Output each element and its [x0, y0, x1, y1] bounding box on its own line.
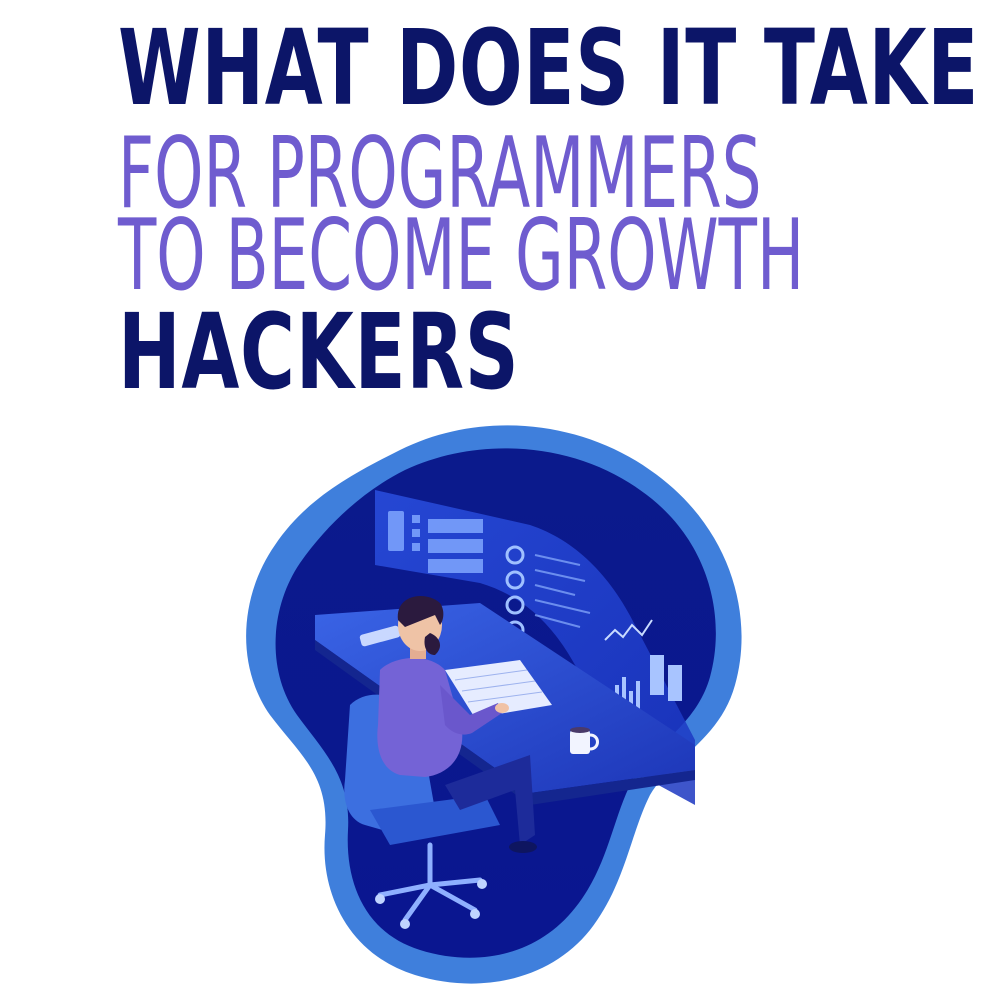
- person-hand: [495, 703, 509, 713]
- headline-line-4: HACKERS: [118, 291, 520, 413]
- headline-line-1: WHAT DOES IT TAKE: [118, 7, 980, 129]
- person-shoe: [509, 841, 537, 853]
- programmer-at-desk-icon: [246, 425, 742, 984]
- headline-line-3: TO BECOME GROWTH: [118, 199, 805, 313]
- headline: WHAT DOES IT TAKE FOR PROGRAMMERS TO BEC…: [0, 0, 1000, 420]
